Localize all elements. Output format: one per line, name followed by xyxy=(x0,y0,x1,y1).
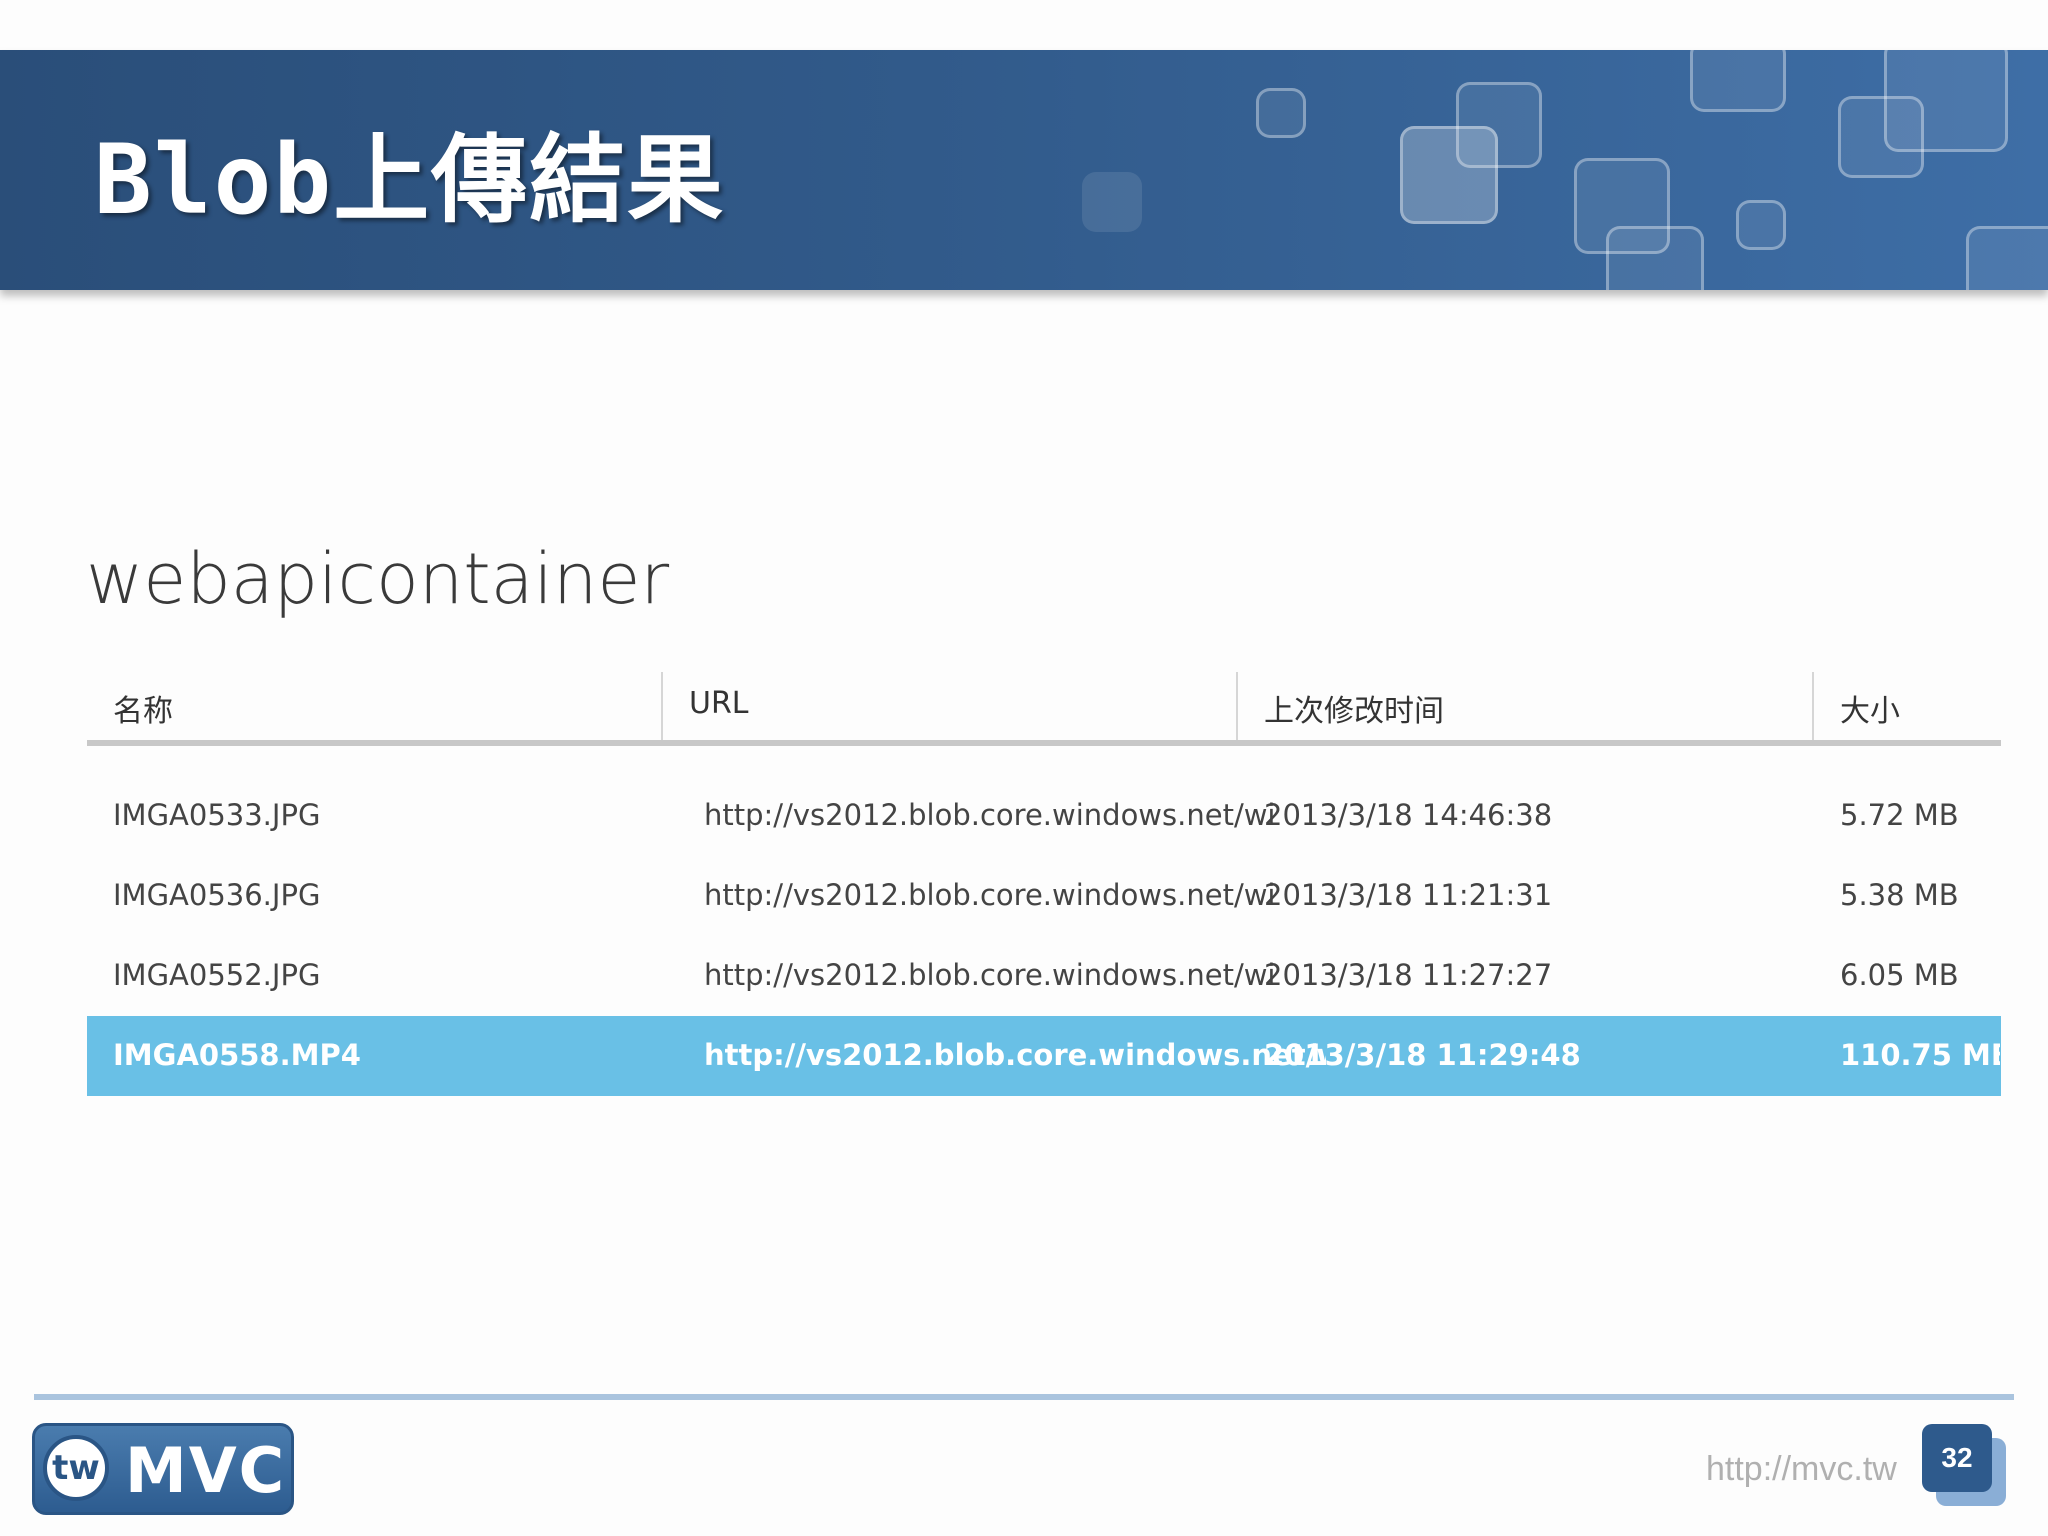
column-divider[interactable] xyxy=(661,672,663,740)
cell-name: IMGA0533.JPG xyxy=(113,798,321,832)
table-row[interactable]: IMGA0552.JPG http://vs2012.blob.core.win… xyxy=(87,936,2001,1016)
cell-modified: 2013/3/18 11:27:27 xyxy=(1264,958,1553,992)
cell-size: 5.72 MB xyxy=(1840,798,1959,832)
column-divider[interactable] xyxy=(1236,672,1238,740)
column-header-size[interactable]: 大小 xyxy=(1840,686,1900,730)
table-row-selected[interactable]: IMGA0558.MP4 http://vs2012.blob.core.win… xyxy=(87,1016,2001,1096)
logo-badge: tw xyxy=(43,1435,109,1501)
table-body: IMGA0533.JPG http://vs2012.blob.core.win… xyxy=(87,746,2001,1096)
decor-square xyxy=(1838,96,1924,178)
decor-square xyxy=(1606,226,1704,290)
decor-square xyxy=(1256,88,1306,138)
cell-size: 5.38 MB xyxy=(1840,878,1959,912)
decor-square xyxy=(1690,50,1786,112)
cell-name: IMGA0558.MP4 xyxy=(113,1038,361,1072)
cell-url: http://vs2012.blob.core.windows.net/wi xyxy=(704,1038,1326,1072)
cell-url: http://vs2012.blob.core.windows.net/wi xyxy=(704,958,1276,992)
table-header: 名称 URL 上次修改时间 大小 xyxy=(87,672,2001,746)
cell-url: http://vs2012.blob.core.windows.net/wi xyxy=(704,878,1276,912)
column-header-url[interactable]: URL xyxy=(689,686,749,721)
table-row[interactable]: IMGA0533.JPG http://vs2012.blob.core.win… xyxy=(87,776,2001,856)
blob-table: 名称 URL 上次修改时间 大小 IMGA0533.JPG http://vs2… xyxy=(87,672,2001,1096)
cell-size: 110.75 MB xyxy=(1840,1038,2000,1072)
logo-text: MVC xyxy=(125,1434,287,1507)
cell-name: IMGA0536.JPG xyxy=(113,878,321,912)
container-heading: webapicontainer xyxy=(86,538,670,620)
decor-square xyxy=(1082,172,1142,232)
cell-modified: 2013/3/18 11:29:48 xyxy=(1264,1038,1581,1072)
cell-url: http://vs2012.blob.core.windows.net/wi xyxy=(704,798,1276,832)
footer-url: http://mvc.tw xyxy=(1706,1450,1897,1488)
decor-square xyxy=(1736,200,1786,250)
decor-square xyxy=(1966,226,2048,290)
decor-square xyxy=(1400,126,1498,224)
title-banner: Blob上傳結果 xyxy=(0,50,2048,290)
column-header-name[interactable]: 名称 xyxy=(113,686,173,730)
column-divider[interactable] xyxy=(1812,672,1814,740)
cell-modified: 2013/3/18 11:21:31 xyxy=(1264,878,1553,912)
page-number: 32 xyxy=(1922,1424,1992,1492)
cell-size: 6.05 MB xyxy=(1840,958,1959,992)
cell-modified: 2013/3/18 14:46:38 xyxy=(1264,798,1553,832)
mvc-logo: tw MVC xyxy=(32,1423,294,1515)
page-title: Blob上傳結果 xyxy=(94,124,726,236)
cell-name: IMGA0552.JPG xyxy=(113,958,321,992)
table-row[interactable]: IMGA0536.JPG http://vs2012.blob.core.win… xyxy=(87,856,2001,936)
column-header-modified[interactable]: 上次修改时间 xyxy=(1264,686,1444,730)
footer-divider xyxy=(34,1394,2014,1400)
